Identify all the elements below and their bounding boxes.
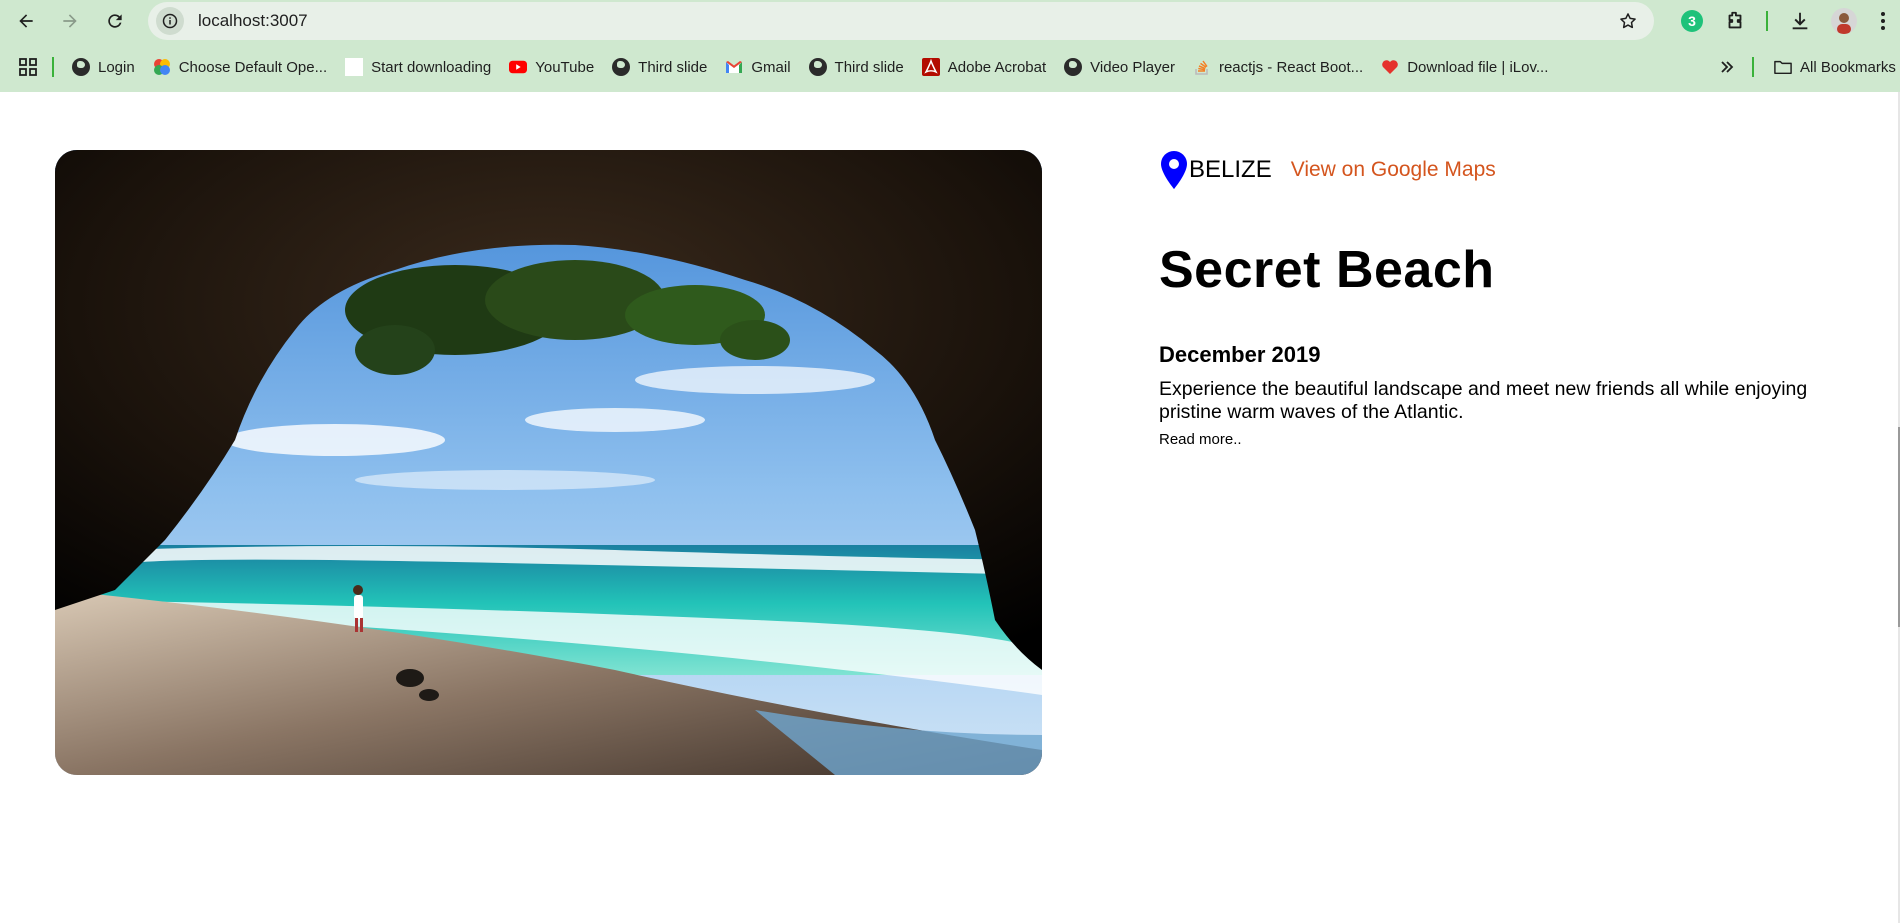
bookmark-login[interactable]: Login	[66, 51, 141, 83]
back-button[interactable]	[8, 3, 44, 39]
globe-icon	[808, 58, 827, 76]
page-content: BELIZE View on Google Maps Secret Beach …	[0, 92, 1900, 923]
bookmarks-divider	[52, 57, 54, 77]
all-bookmarks-button[interactable]: All Bookmarks	[1768, 51, 1900, 83]
bookmark-reactjs[interactable]: reactjs - React Boot...	[1187, 51, 1369, 83]
arrow-left-icon	[19, 14, 33, 28]
forward-button[interactable]	[52, 3, 88, 39]
photos-icon	[153, 58, 171, 76]
reload-icon	[108, 14, 122, 28]
bookmark-gmail[interactable]: Gmail	[719, 51, 796, 83]
bookmark-third-slide-2[interactable]: Third slide	[803, 51, 910, 83]
stackoverflow-icon	[1193, 58, 1211, 76]
bookmark-download-file[interactable]: Download file | iLov...	[1375, 51, 1554, 83]
bookmark-start-downloading[interactable]: Start downloading	[339, 51, 497, 83]
extension-badge: 3	[1681, 10, 1703, 32]
downloads-button[interactable]	[1785, 4, 1815, 38]
site-info-icon[interactable]	[156, 7, 184, 35]
arrow-right-icon	[63, 14, 77, 28]
address-bar[interactable]: localhost:3007	[148, 2, 1654, 40]
ilovepdf-icon	[1381, 58, 1399, 76]
folder-icon	[1774, 58, 1792, 76]
globe-icon	[612, 58, 631, 76]
read-more-link[interactable]: Read more..	[1159, 431, 1859, 448]
country-label: BELIZE	[1189, 156, 1272, 183]
avatar	[1831, 8, 1857, 34]
youtube-icon	[509, 58, 528, 76]
google-maps-link[interactable]: View on Google Maps	[1291, 158, 1496, 182]
puzzle-icon	[1728, 11, 1742, 29]
more-bookmarks-button[interactable]	[1713, 51, 1741, 83]
bookmark-star-icon[interactable]	[1618, 11, 1638, 31]
apps-button[interactable]	[14, 51, 42, 83]
trip-date: December 2019	[1159, 342, 1321, 367]
double-chevron-right-icon	[1721, 61, 1734, 73]
download-icon	[1792, 12, 1808, 30]
bookmark-adobe-acrobat[interactable]: Adobe Acrobat	[916, 51, 1052, 83]
map-pin-icon	[1161, 151, 1187, 189]
browser-toolbar: localhost:3007 3	[0, 0, 1900, 42]
globe-icon	[72, 58, 90, 76]
bookmarks-divider-right	[1752, 57, 1754, 77]
extensions-button[interactable]	[1720, 4, 1750, 38]
url-text: localhost:3007	[198, 11, 308, 30]
menu-button[interactable]	[1870, 4, 1896, 38]
gmail-icon	[725, 58, 743, 76]
place-description: Experience the beautiful landscape and m…	[1159, 378, 1808, 423]
profile-button[interactable]	[1829, 4, 1859, 38]
globe-icon	[1064, 58, 1083, 76]
bookmark-video-player[interactable]: Video Player	[1058, 51, 1181, 83]
destination-details: BELIZE View on Google Maps Secret Beach …	[1159, 150, 1859, 448]
extension-grammarly[interactable]: 3	[1677, 4, 1707, 38]
place-title: Secret Beach	[1159, 241, 1495, 299]
reload-button[interactable]	[97, 3, 133, 39]
location-row: BELIZE View on Google Maps	[1159, 150, 1859, 190]
apps-grid-icon	[19, 58, 37, 76]
bookmark-choose-default[interactable]: Choose Default Ope...	[147, 51, 333, 83]
bookmark-third-slide-1[interactable]: Third slide	[606, 51, 713, 83]
kebab-menu-icon	[1881, 12, 1885, 30]
acrobat-icon	[921, 58, 940, 76]
bookmarks-bar: Login Choose Default Ope... Start downlo…	[0, 42, 1900, 92]
bookmark-youtube[interactable]: YouTube	[503, 51, 600, 83]
blank-page-icon	[345, 58, 364, 76]
destination-photo	[55, 150, 1042, 775]
toolbar-divider	[1766, 11, 1768, 31]
